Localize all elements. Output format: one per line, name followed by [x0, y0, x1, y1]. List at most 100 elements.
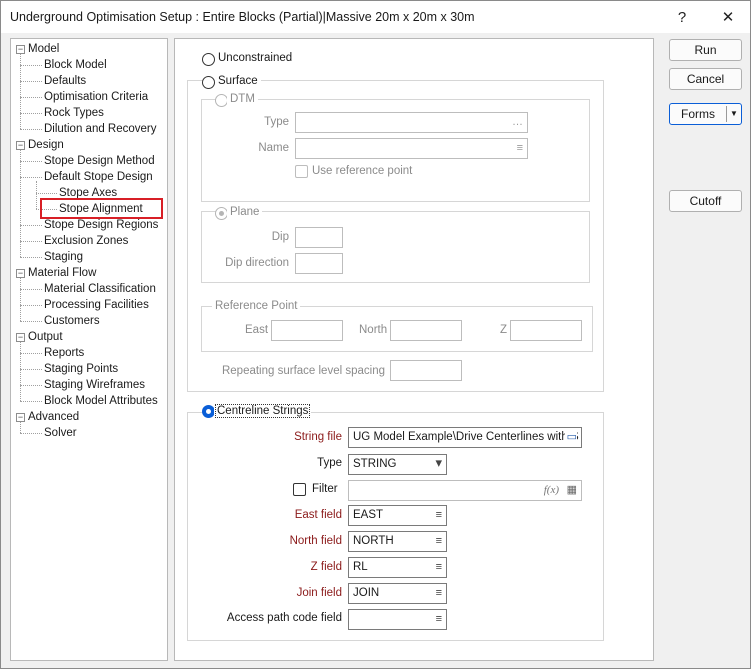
north-field-value: NORTH [353, 535, 394, 547]
string-file-input[interactable]: UG Model Example\Drive Centerlines with … [348, 427, 582, 448]
join-field-label: Join field [296, 587, 342, 599]
tree-connector [20, 81, 42, 82]
surface-radio[interactable] [202, 76, 215, 89]
cutoff-button[interactable]: Cutoff [669, 190, 742, 212]
stope-alignment-panel: Unconstrained Surface DTM Type … Name ≡ … [174, 38, 654, 661]
repeating-spacing-input[interactable] [390, 360, 462, 381]
tree-connector [20, 321, 42, 322]
tree-item[interactable]: Rock Types [44, 105, 104, 121]
list-icon[interactable]: ≡ [436, 509, 442, 522]
list-icon[interactable]: ≡ [436, 561, 442, 574]
tree-item[interactable]: Advanced [28, 409, 79, 425]
tree-item[interactable]: Stope Design Method [44, 153, 155, 169]
tree-item[interactable]: Staging Wireframes [44, 377, 145, 393]
tree-item[interactable]: Customers [44, 313, 100, 329]
tree-item[interactable]: Defaults [44, 73, 86, 89]
close-button[interactable]: ✕ [705, 1, 751, 33]
dtm-name-input[interactable]: ≡ [295, 138, 528, 159]
type-select-value: STRING [353, 458, 397, 470]
collapse-icon[interactable]: − [16, 269, 25, 278]
repeating-spacing-label: Repeating surface level spacing [221, 365, 385, 377]
north-field-label: North field [289, 535, 342, 547]
help-button[interactable]: ? [659, 1, 705, 33]
filter-input[interactable]: f(x) ▦ [348, 480, 582, 501]
collapse-icon[interactable]: − [16, 413, 25, 422]
calendar-icon[interactable]: ▭ [564, 431, 577, 444]
z-field-value: RL [353, 561, 368, 573]
tree-item[interactable]: Model [28, 41, 59, 57]
tree-connector [20, 277, 21, 321]
tree-item[interactable]: Processing Facilities [44, 297, 149, 313]
filter-checkbox[interactable] [293, 483, 306, 496]
tree-item[interactable]: Staging [44, 249, 83, 265]
dtm-type-input[interactable]: … [295, 112, 528, 133]
list-icon[interactable]: ≡ [436, 535, 442, 548]
access-path-input[interactable]: ≡ [348, 609, 447, 630]
filter-label[interactable]: Filter [312, 483, 338, 495]
collapse-icon[interactable]: − [16, 141, 25, 150]
string-file-value: UG Model Example\Drive Centerlines with … [353, 431, 579, 443]
title-bar: Underground Optimisation Setup : Entire … [1, 1, 750, 33]
tree-item[interactable]: Material Classification [44, 281, 156, 297]
join-field-input[interactable]: JOIN ≡ [348, 583, 447, 604]
tree-connector [20, 161, 42, 162]
run-button[interactable]: Run [669, 39, 742, 61]
tree-item[interactable]: Staging Points [44, 361, 118, 377]
z-field-input[interactable]: RL ≡ [348, 557, 447, 578]
ref-east-input[interactable] [271, 320, 343, 341]
dip-input[interactable] [295, 227, 343, 248]
list-icon[interactable]: ≡ [436, 587, 442, 600]
centreline-label-wrap[interactable]: Centreline Strings [214, 404, 312, 418]
tree-item[interactable]: Block Model Attributes [44, 393, 158, 409]
ref-z-input[interactable] [510, 320, 582, 341]
dtm-type-label: Type [264, 116, 289, 128]
tree-item[interactable]: Optimisation Criteria [44, 89, 148, 105]
list-icon[interactable]: ≡ [517, 142, 523, 155]
tree-item[interactable]: Solver [44, 425, 77, 441]
dip-direction-label: Dip direction [225, 257, 289, 269]
tree-item[interactable]: Stope Design Regions [44, 217, 158, 233]
tree-connector [20, 257, 42, 258]
tree-item[interactable]: Exclusion Zones [44, 233, 128, 249]
collapse-icon[interactable]: − [16, 45, 25, 54]
unconstrained-label[interactable]: Unconstrained [218, 52, 292, 64]
tree-item[interactable]: Material Flow [28, 265, 96, 281]
tree-connector [20, 289, 42, 290]
function-icon[interactable]: f(x) [544, 484, 559, 497]
z-field-label: Z field [310, 561, 342, 573]
tree-connector [20, 385, 42, 386]
use-reference-point-checkbox[interactable] [295, 165, 308, 178]
dialog-window: Underground Optimisation Setup : Entire … [0, 0, 751, 669]
browse-icon[interactable]: … [512, 116, 523, 129]
chevron-down-icon[interactable]: ▾ [435, 456, 442, 469]
forms-dropdown-icon[interactable]: ▼ [727, 104, 741, 124]
tree-connector [20, 177, 42, 178]
forms-button[interactable]: Forms [670, 104, 726, 124]
unconstrained-radio[interactable] [202, 53, 215, 66]
ref-north-input[interactable] [390, 320, 462, 341]
window-title: Underground Optimisation Setup : Entire … [10, 10, 475, 24]
tree-item[interactable]: Reports [44, 345, 84, 361]
centreline-label[interactable]: Centreline Strings [215, 404, 311, 418]
tree-connector [20, 97, 42, 98]
ref-east-label: East [245, 324, 269, 336]
east-field-input[interactable]: EAST ≡ [348, 505, 447, 526]
tree-item[interactable]: Design [28, 137, 64, 153]
grid-icon[interactable]: ▦ [567, 484, 577, 497]
dip-direction-input[interactable] [295, 253, 343, 274]
collapse-icon[interactable]: − [16, 333, 25, 342]
tree-item[interactable]: Dilution and Recovery [44, 121, 157, 137]
tree-connector [36, 181, 37, 209]
run-button-label: Run [694, 43, 717, 57]
type-select[interactable]: STRING ▾ [348, 454, 447, 475]
tree-item[interactable]: Output [28, 329, 63, 345]
ref-z-label: Z [500, 324, 508, 336]
list-icon[interactable]: ≡ [436, 613, 442, 626]
cancel-button[interactable]: Cancel [669, 68, 742, 90]
north-field-input[interactable]: NORTH ≡ [348, 531, 447, 552]
dtm-label: DTM [227, 93, 258, 105]
tree-item[interactable]: Default Stope Design [44, 169, 153, 185]
tree-item[interactable]: Block Model [44, 57, 107, 73]
tree-connector [20, 353, 42, 354]
surface-label[interactable]: Surface [215, 75, 261, 87]
